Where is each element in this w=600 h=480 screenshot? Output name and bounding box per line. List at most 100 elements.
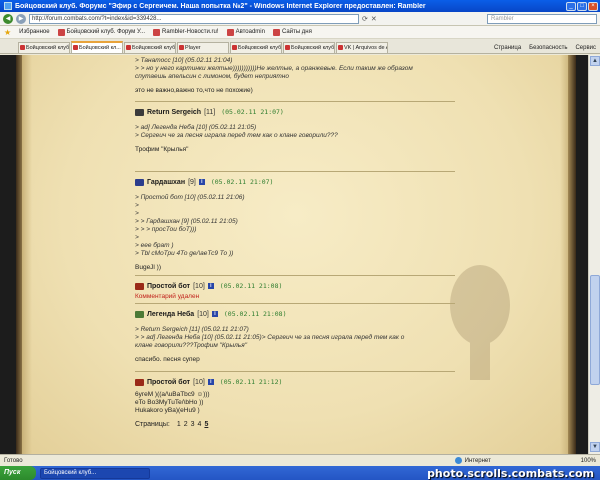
info-icon[interactable]: i	[198, 179, 205, 185]
forum-post: Простой бот [10] i (05.02.11 21:08) Комм…	[135, 275, 455, 303]
quote-line: > еее брат )	[135, 242, 174, 249]
safety-menu[interactable]: Безопасность	[529, 45, 567, 51]
clan-icon	[135, 378, 144, 386]
post-date: (05.02.11 21:08)	[223, 310, 287, 318]
parchment-edge-right	[568, 55, 576, 454]
back-button[interactable]: ◀	[3, 13, 13, 24]
quote-line: спутаешь апельсин с лимоном, будет непри…	[135, 73, 289, 80]
forum-post: Return Sergeich [11] (05.02.11 21:07) > …	[135, 101, 455, 171]
info-icon[interactable]: i	[207, 379, 214, 385]
post-date: (05.02.11 21:08)	[219, 282, 283, 290]
browser-tab[interactable]: VK | Arquivos de A...	[336, 42, 388, 53]
page-link[interactable]: 1	[177, 421, 181, 428]
scroll-up-icon[interactable]: ▲	[590, 56, 600, 66]
quote-line: > Тbl сМоТри 4То ge/\аеТс9 То ))	[135, 250, 234, 257]
site-icon	[152, 28, 160, 36]
quote-line: >	[135, 202, 139, 209]
security-zone: Интернет	[454, 457, 575, 464]
browser-tab[interactable]: Бойцовский клуб	[18, 42, 70, 53]
favorite-link[interactable]: Бойцовский клуб. Форум У...	[57, 28, 145, 36]
site-icon	[272, 28, 280, 36]
info-icon[interactable]: i	[207, 283, 214, 289]
pagination: Страницы: 1 2 3 4 5	[135, 421, 455, 428]
status-bar: Готово Интернет 100%	[0, 454, 600, 466]
maximize-button[interactable]: □	[577, 1, 587, 11]
post-text: Трофим "Крылья"	[135, 146, 189, 153]
page-current: 5	[204, 421, 209, 428]
post-text: 6угеМ )((а/\uBaTbc9 ☺)))	[135, 391, 210, 398]
favorite-link[interactable]: Сайты дня	[272, 28, 312, 36]
favorites-star-icon[interactable]: ★	[4, 28, 11, 37]
quote-line: > > > просТоu боТ)))	[135, 226, 197, 233]
quote-line: > > но у него картинки желтые)))))))))))…	[135, 65, 413, 72]
refresh-icon[interactable]: ⟳	[362, 15, 368, 23]
site-icon	[226, 28, 234, 36]
author-name[interactable]: Простой бот	[147, 283, 190, 290]
post-text: eTo Bo3MyTuTe/\bHo ))	[135, 399, 204, 406]
zoom-level[interactable]: 100%	[581, 458, 596, 464]
quote-line: > ad] Легенда Неба [10] (05.02.11 21:05)	[135, 124, 257, 131]
scrollbar-thumb[interactable]	[590, 275, 600, 385]
post-text: Hukakoro yBa)(eHu9 )	[135, 407, 200, 414]
forum-post: Легенда Неба [10] i (05.02.11 21:08) > R…	[135, 303, 455, 371]
minimize-button[interactable]: _	[566, 1, 576, 11]
author-name[interactable]: Простой бот	[147, 379, 190, 386]
window-titlebar: Бойцовский клуб. Форумс "Эфир с Сергеиче…	[0, 0, 600, 12]
quote-line: > Return Sergeich [11] (05.02.11 21:07)	[135, 326, 249, 333]
forum-post: Простой бот [10] i (05.02.11 21:12) 6уге…	[135, 371, 455, 415]
search-input[interactable]: Rambler	[487, 13, 597, 24]
site-icon	[57, 28, 65, 36]
favorite-link[interactable]: Rambler-Новости.ru!	[152, 28, 219, 36]
post-date: (05.02.11 21:07)	[221, 108, 284, 116]
address-bar: ◀ ▶ http://forum.combats.com/?t=index&id…	[0, 12, 600, 26]
info-icon[interactable]: i	[211, 311, 218, 317]
quote-line: >	[135, 234, 139, 241]
post-date: (05.02.11 21:07)	[210, 178, 274, 186]
clan-icon	[135, 282, 144, 290]
vertical-scrollbar[interactable]: ▲ ▼	[588, 55, 600, 454]
quote-line: клане говорили???Трофим "Крылья"	[135, 342, 248, 349]
browser-tab-active[interactable]: Бойцовский кл...	[71, 41, 123, 53]
quote-line: > > Гардашхан [9] (05.02.11 21:05)	[135, 218, 238, 225]
page-menu[interactable]: Страница	[494, 45, 521, 51]
author-level: [10]	[197, 310, 209, 318]
pagination-label: Страницы:	[135, 421, 170, 428]
stop-icon[interactable]: ✕	[371, 15, 377, 23]
favorites-label[interactable]: Избранное	[19, 29, 49, 35]
favorite-link[interactable]: Автоadmin	[226, 28, 265, 36]
tools-menu[interactable]: Сервис	[575, 45, 596, 51]
page-link[interactable]: 3	[191, 421, 195, 428]
status-text: Готово	[4, 457, 23, 464]
taskbar-window-button[interactable]: Бойцовский клуб...	[40, 467, 150, 479]
start-button[interactable]: Пуск	[0, 466, 36, 480]
author-level: [9]	[188, 178, 196, 186]
browser-tab[interactable]: Player	[177, 42, 229, 53]
browser-tab[interactable]: Бойцовский клуб	[283, 42, 335, 53]
url-field[interactable]: http://forum.combats.com/?t=index&id=339…	[29, 13, 359, 24]
close-button[interactable]: ×	[588, 1, 598, 11]
globe-icon	[454, 457, 462, 464]
post-text: BugeJl ))	[135, 264, 162, 271]
page-link[interactable]: 2	[184, 421, 188, 428]
window-title: Бойцовский клуб. Форумс "Эфир с Сергеиче…	[15, 2, 426, 10]
favorites-bar: ★ Избранное Бойцовский клуб. Форум У... …	[0, 26, 600, 39]
author-name[interactable]: Гардашхан	[147, 179, 185, 186]
scroll-down-icon[interactable]: ▼	[590, 442, 600, 452]
post-date: (05.02.11 21:12)	[219, 378, 283, 386]
quote-line: > Простой бот [10] (05.02.11 21:06)	[135, 194, 245, 201]
author-level: [11]	[204, 108, 216, 116]
author-name[interactable]: Легенда Неба	[147, 311, 194, 318]
browser-tab[interactable]: Бойцовский клуб	[230, 42, 282, 53]
clan-icon	[135, 178, 144, 186]
post-text: это не важно,важно то,что не похожие)	[135, 87, 253, 94]
quote-line: > > ad] Легенда Неба [10] (05.02.11 21:0…	[135, 334, 405, 341]
author-level: [10]	[193, 378, 205, 386]
browser-tab[interactable]: Бойцовский клуб	[124, 42, 176, 53]
quote-line: > Сергеич че за песня играла перед тем к…	[135, 132, 338, 139]
watermark-text: photo.scrolls.combats.com	[427, 466, 594, 480]
clan-icon	[135, 108, 144, 116]
page-content: > Танатосс [10] (05.02.11 21:04) > > но …	[0, 55, 600, 454]
author-name[interactable]: Return Sergeich	[147, 109, 201, 116]
forward-button[interactable]: ▶	[16, 13, 26, 24]
page-link[interactable]: 4	[198, 421, 202, 428]
